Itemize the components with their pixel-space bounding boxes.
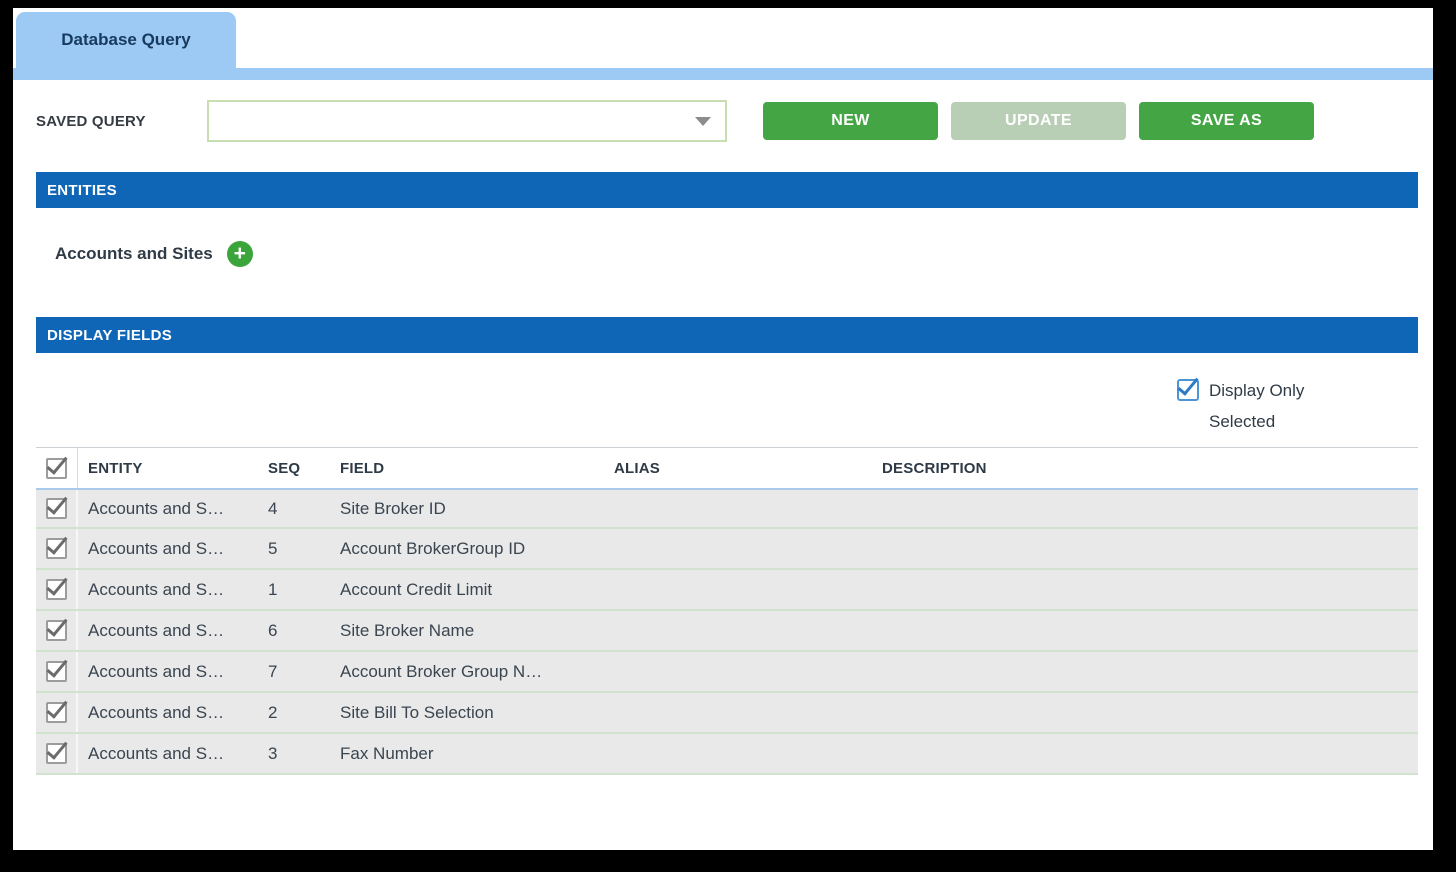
row-checkbox[interactable]: [45, 661, 67, 682]
saved-query-select[interactable]: [207, 100, 727, 142]
table-row[interactable]: Accounts and S… 1 Account Credit Limit: [36, 570, 1418, 611]
cell-field: Fax Number: [340, 743, 434, 763]
row-checkbox[interactable]: [45, 743, 67, 764]
row-checkbox-cell: [36, 490, 78, 527]
saved-query-row: SAVED QUERY NEW UPDATE SAVE AS: [36, 100, 1418, 142]
display-only-row: Display Only Selected: [1177, 379, 1418, 437]
entity-name: Accounts and Sites: [55, 244, 213, 263]
tab-underline-bar: [13, 68, 1433, 80]
row-checkbox[interactable]: [45, 538, 67, 559]
column-header-field[interactable]: FIELD: [330, 460, 606, 477]
row-checkbox[interactable]: [45, 702, 67, 723]
row-checkbox[interactable]: [45, 620, 67, 641]
cell-field: Account BrokerGroup ID: [340, 538, 526, 558]
tab-strip: Database Query: [13, 8, 1433, 68]
row-checkbox-cell: [36, 611, 78, 650]
table-header-checkbox-cell: [36, 448, 78, 488]
table-row[interactable]: Accounts and S… 4 Site Broker ID: [36, 488, 1418, 529]
cell-field: Account Broker Group N…: [340, 661, 543, 681]
cell-entity: Accounts and S…: [88, 498, 225, 518]
cell-entity: Accounts and S…: [88, 702, 225, 722]
cell-seq: 3: [268, 743, 278, 763]
select-all-checkbox[interactable]: [46, 457, 67, 479]
display-fields-section-title: DISPLAY FIELDS: [47, 326, 173, 344]
cell-seq: 6: [268, 620, 278, 640]
add-entity-plus-icon[interactable]: +: [226, 241, 253, 267]
cell-entity: Accounts and S…: [88, 579, 225, 599]
table-header-row: ENTITY SEQ FIELD ALIAS DESCRIPTION: [36, 447, 1418, 488]
cell-field: Account Credit Limit: [340, 579, 493, 599]
row-checkbox[interactable]: [45, 579, 67, 600]
new-button[interactable]: NEW: [763, 102, 938, 140]
table-row[interactable]: Accounts and S… 6 Site Broker Name: [36, 611, 1418, 652]
cell-field: Site Broker Name: [340, 620, 475, 640]
entities-section-header: ENTITIES: [36, 172, 1418, 208]
chevron-down-icon: [695, 116, 711, 126]
main-panel: SAVED QUERY NEW UPDATE SAVE AS ENTITIES …: [13, 100, 1433, 775]
cell-seq: 4: [268, 498, 278, 518]
row-checkbox-cell: [36, 529, 78, 568]
row-checkbox-cell: [36, 652, 78, 691]
cell-seq: 1: [268, 579, 278, 599]
entities-section-title: ENTITIES: [47, 181, 117, 199]
column-header-seq[interactable]: SEQ: [262, 460, 330, 477]
table-body: Accounts and S… 4 Site Broker ID Account…: [36, 488, 1418, 775]
cell-field: Site Broker ID: [340, 498, 446, 518]
cell-seq: 5: [268, 538, 278, 558]
tab-label: Database Query: [61, 30, 191, 49]
table-row[interactable]: Accounts and S… 7 Account Broker Group N…: [36, 652, 1418, 693]
cell-seq: 7: [268, 661, 278, 681]
tab-database-query[interactable]: Database Query: [16, 12, 236, 68]
table-row[interactable]: Accounts and S… 5 Account BrokerGroup ID: [36, 529, 1418, 570]
table-row[interactable]: Accounts and S… 2 Site Bill To Selection: [36, 693, 1418, 734]
update-button[interactable]: UPDATE: [951, 102, 1126, 140]
saved-query-label: SAVED QUERY: [36, 112, 146, 130]
column-header-alias[interactable]: ALIAS: [606, 460, 876, 477]
cell-entity: Accounts and S…: [88, 620, 225, 640]
cell-seq: 2: [268, 702, 278, 722]
row-checkbox-cell: [36, 570, 78, 609]
display-fields-section-header: DISPLAY FIELDS: [36, 317, 1418, 353]
display-fields-table: ENTITY SEQ FIELD ALIAS DESCRIPTION Accou…: [36, 447, 1418, 775]
cell-entity: Accounts and S…: [88, 661, 225, 681]
column-header-description[interactable]: DESCRIPTION: [876, 460, 1418, 477]
table-row[interactable]: Accounts and S… 3 Fax Number: [36, 734, 1418, 775]
cell-field: Site Bill To Selection: [340, 702, 494, 722]
row-checkbox-cell: [36, 734, 78, 773]
display-only-selected-checkbox[interactable]: [1177, 379, 1199, 401]
row-checkbox-cell: [36, 693, 78, 732]
cell-entity: Accounts and S…: [88, 743, 225, 763]
column-header-entity[interactable]: ENTITY: [78, 460, 262, 477]
row-checkbox[interactable]: [45, 498, 67, 519]
window: Database Query SAVED QUERY NEW UPDATE SA…: [13, 8, 1433, 850]
save-as-button[interactable]: SAVE AS: [1139, 102, 1314, 140]
display-only-selected-label: Display Only Selected: [1209, 381, 1305, 431]
cell-entity: Accounts and S…: [88, 538, 225, 558]
entity-row: Accounts and Sites +: [36, 239, 1418, 269]
